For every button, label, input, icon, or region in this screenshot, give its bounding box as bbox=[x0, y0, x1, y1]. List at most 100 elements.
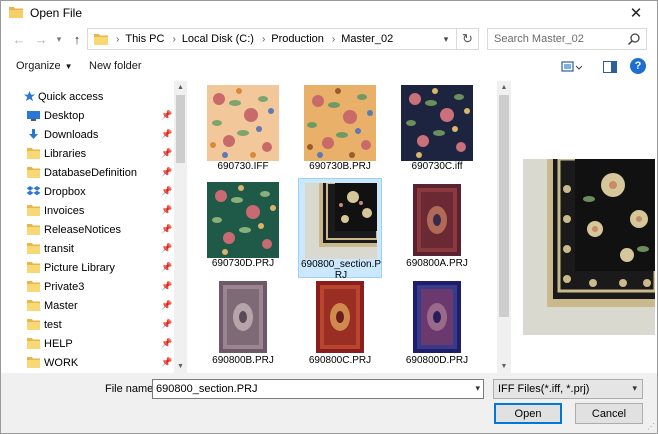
close-button[interactable]: ✕ bbox=[621, 2, 651, 24]
search-input[interactable] bbox=[488, 33, 618, 45]
scroll-up-icon[interactable]: ▲ bbox=[174, 81, 187, 94]
change-view-button[interactable] bbox=[559, 58, 585, 76]
window-title: Open File bbox=[30, 6, 83, 20]
floral-pattern-image bbox=[207, 182, 279, 258]
address-dropdown-button[interactable]: ▾ bbox=[438, 31, 454, 47]
new-folder-button[interactable]: New folder bbox=[89, 60, 142, 72]
forward-button[interactable]: → bbox=[31, 29, 51, 49]
breadcrumb-master-02[interactable]: Master_02 bbox=[341, 33, 393, 45]
chevron-down-icon: ▾ bbox=[632, 383, 637, 393]
breadcrumb-production[interactable]: Production bbox=[271, 33, 324, 45]
rug-section-image bbox=[305, 183, 377, 259]
pin-icon: 📌 bbox=[161, 224, 173, 234]
scroll-down-icon[interactable]: ▼ bbox=[174, 360, 187, 373]
nav-item-databasedefinition[interactable]: DatabaseDefinition 📌 bbox=[1, 163, 173, 182]
chevron-down-icon[interactable]: ▾ bbox=[475, 383, 480, 394]
file-name: 690800D.PRJ bbox=[405, 355, 469, 366]
file-tile-690800d-prj[interactable]: 690800D.PRJ bbox=[395, 275, 479, 373]
pin-icon: 📌 bbox=[161, 148, 173, 158]
folder-icon bbox=[27, 224, 40, 235]
nav-item-invoices[interactable]: Invoices 📌 bbox=[1, 201, 173, 220]
nav-item-picture-library[interactable]: Picture Library 📌 bbox=[1, 258, 173, 277]
chevron-down-icon: ▾ bbox=[443, 33, 449, 44]
folder-icon bbox=[27, 338, 40, 349]
scrollbar-thumb[interactable] bbox=[499, 95, 509, 317]
folder-icon bbox=[27, 205, 40, 216]
nav-item-master[interactable]: Master 📌 bbox=[1, 296, 173, 315]
file-tile-690730-iff[interactable]: 690730.IFF bbox=[201, 81, 285, 181]
nav-item-desktop[interactable]: Desktop 📌 bbox=[1, 106, 173, 125]
nav-label: test bbox=[44, 318, 62, 331]
file-tile-690730b-prj[interactable]: 690730B.PRJ bbox=[298, 81, 382, 181]
open-file-dialog: Open File ✕ ← → ▾ ↑ › This PC › Local Di… bbox=[0, 0, 658, 434]
scroll-up-icon[interactable]: ▲ bbox=[497, 81, 511, 94]
breadcrumb-local-disk[interactable]: Local Disk (C:) bbox=[182, 33, 254, 45]
breadcrumb-this-pc[interactable]: This PC bbox=[125, 33, 164, 45]
chevron-right-icon[interactable]: › bbox=[262, 34, 265, 45]
scrollbar-thumb[interactable] bbox=[176, 95, 185, 163]
thumbnail bbox=[304, 279, 376, 355]
nav-item-test[interactable]: test 📌 bbox=[1, 315, 173, 334]
nav-label: Libraries bbox=[44, 147, 87, 160]
up-button[interactable]: ↑ bbox=[67, 29, 87, 49]
search-box bbox=[487, 28, 647, 50]
address-bar[interactable]: › This PC › Local Disk (C:) › Production… bbox=[87, 28, 479, 50]
folder-open-icon bbox=[9, 7, 23, 18]
folder-icon bbox=[94, 33, 108, 45]
rug-image bbox=[401, 279, 473, 355]
pin-icon: 📌 bbox=[161, 281, 173, 291]
nav-item-transit[interactable]: transit 📌 bbox=[1, 239, 173, 258]
file-list-scrollbar[interactable]: ▲ ▼ bbox=[497, 81, 511, 373]
chevron-right-icon: › bbox=[116, 33, 120, 45]
nav-item-quick-access[interactable]: Quick access bbox=[1, 87, 173, 106]
download-icon bbox=[29, 129, 38, 139]
view-icon bbox=[561, 61, 583, 72]
file-name: 690730B.PRJ bbox=[309, 161, 371, 172]
open-button[interactable]: Open bbox=[494, 403, 562, 424]
file-tile-690730c-iff[interactable]: 690730C.iff bbox=[395, 81, 479, 181]
scroll-down-icon[interactable]: ▼ bbox=[497, 360, 511, 373]
nav-label: Picture Library bbox=[44, 261, 115, 274]
nav-item-help[interactable]: HELP 📌 bbox=[1, 334, 173, 353]
refresh-icon: ↻ bbox=[462, 31, 473, 46]
file-name-input[interactable] bbox=[153, 380, 463, 398]
file-tile-690800-section-prj[interactable]: 690800_section.PRJ bbox=[298, 178, 382, 281]
preview-pane-button[interactable] bbox=[601, 58, 619, 76]
folder-icon bbox=[27, 243, 40, 254]
floral-pattern-image bbox=[401, 85, 473, 161]
pin-icon: 📌 bbox=[161, 319, 173, 329]
nav-item-downloads[interactable]: Downloads 📌 bbox=[1, 125, 173, 144]
file-tile-690800b-prj[interactable]: 690800B.PRJ bbox=[201, 275, 285, 373]
organize-button[interactable]: Organize ▼ bbox=[16, 60, 73, 72]
nav-item-work[interactable]: WORK 📌 bbox=[1, 353, 173, 372]
nav-item-releasenotices[interactable]: ReleaseNotices 📌 bbox=[1, 220, 173, 239]
nav-item-dropbox[interactable]: Dropbox 📌 bbox=[1, 182, 173, 201]
breadcrumb: › This PC › Local Disk (C:) › Production… bbox=[108, 33, 393, 45]
floral-pattern-image bbox=[304, 85, 376, 161]
file-tile-690730d-prj[interactable]: 690730D.PRJ bbox=[201, 178, 285, 278]
chevron-right-icon[interactable]: › bbox=[332, 34, 335, 45]
resize-grip-icon[interactable]: ⋰ bbox=[647, 422, 655, 431]
rug-section-preview bbox=[523, 159, 655, 335]
nav-scrollbar[interactable]: ▲ ▼ bbox=[174, 81, 187, 373]
file-tile-690800c-prj[interactable]: 690800C.PRJ bbox=[298, 275, 382, 373]
chevron-right-icon[interactable]: › bbox=[172, 34, 175, 45]
search-icon[interactable] bbox=[627, 32, 641, 46]
pin-icon: 📌 bbox=[161, 338, 173, 348]
nav-item-libraries[interactable]: Libraries 📌 bbox=[1, 144, 173, 163]
nav-label: Private3 bbox=[44, 280, 85, 293]
refresh-button[interactable]: ↻ bbox=[456, 28, 478, 50]
thumbnail bbox=[304, 85, 376, 161]
thumbnail bbox=[207, 182, 279, 258]
nav-label: HELP bbox=[44, 337, 73, 350]
file-tile-690800a-prj[interactable]: 690800A.PRJ bbox=[395, 178, 479, 278]
file-name: 690730C.iff bbox=[411, 161, 463, 172]
recent-locations-button[interactable]: ▾ bbox=[49, 29, 69, 49]
back-button[interactable]: ← bbox=[9, 29, 29, 49]
help-button[interactable]: ? bbox=[630, 58, 646, 74]
file-type-select[interactable]: IFF Files(*.iff, *.prj) ▾ bbox=[493, 379, 643, 399]
cancel-button[interactable]: Cancel bbox=[575, 403, 643, 424]
nav-item-private3[interactable]: Private3 📌 bbox=[1, 277, 173, 296]
desktop-icon bbox=[27, 111, 40, 121]
nav-label: Invoices bbox=[44, 204, 85, 217]
